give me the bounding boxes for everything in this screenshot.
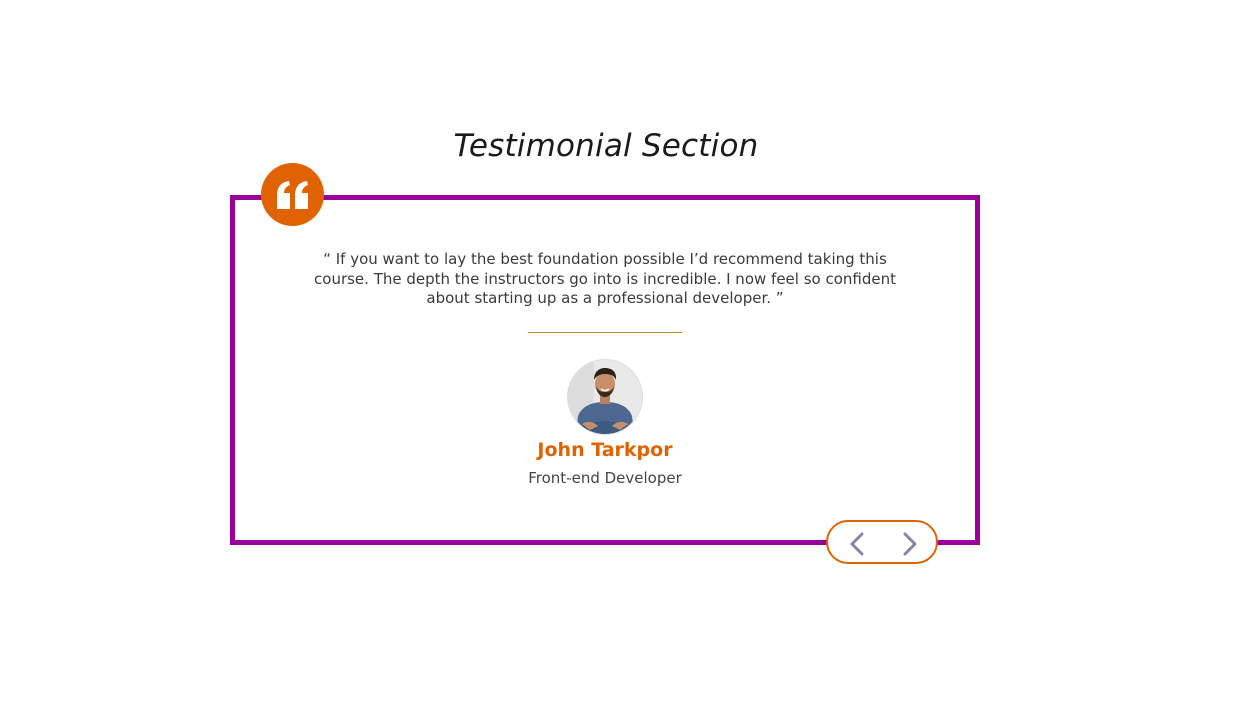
person-role: Front-end Developer	[528, 469, 682, 487]
quote-badge	[261, 163, 324, 226]
carousel-nav	[826, 520, 938, 564]
chevron-right-icon	[903, 532, 917, 556]
divider	[528, 332, 682, 333]
section-title: Testimonial Section	[453, 128, 759, 164]
avatar	[568, 360, 642, 434]
quote-icon	[276, 180, 308, 209]
avatar-photo	[568, 360, 642, 434]
person-name: John Tarkpor	[537, 439, 673, 461]
testimonial-page: Testimonial Section “ If you want to lay…	[0, 0, 1238, 706]
prev-button[interactable]	[843, 530, 871, 558]
chevron-left-icon	[850, 532, 864, 556]
next-button[interactable]	[896, 530, 924, 558]
testimonial-quote: “ If you want to lay the best foundation…	[314, 250, 896, 307]
